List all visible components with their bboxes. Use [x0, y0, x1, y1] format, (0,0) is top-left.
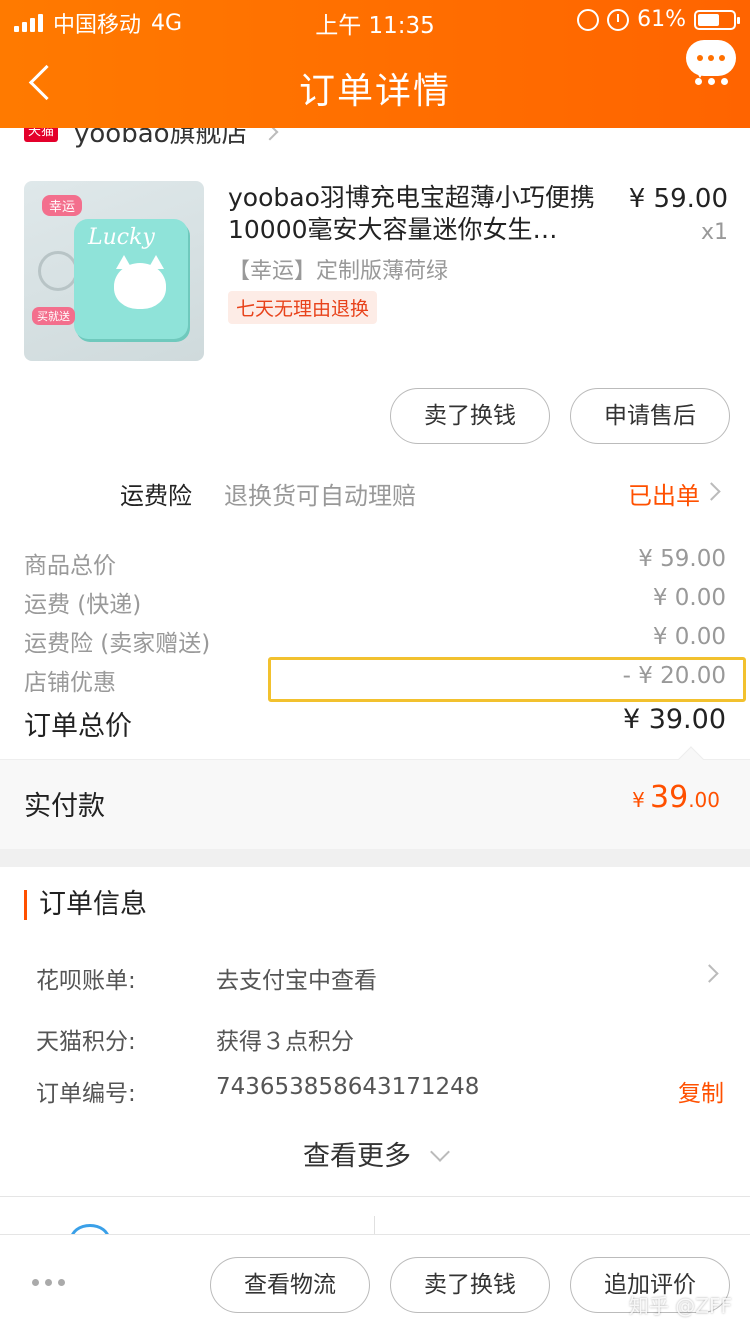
fee-label: 商品总价: [24, 553, 116, 579]
battery-icon: [694, 9, 740, 30]
fee-label: 运费险 (卖家赠送): [24, 631, 211, 657]
discount-highlight-box: [268, 657, 746, 702]
message-bubble-icon: [686, 40, 736, 78]
view-more-button[interactable]: 查看更多: [0, 1134, 750, 1174]
info-value: 获得３点积分: [216, 1029, 354, 1055]
cat-graphic: [114, 255, 166, 309]
fee-value: ¥ 0.00: [652, 624, 726, 650]
info-label: 花呗账单:: [36, 968, 136, 994]
product-quantity: x1: [700, 220, 728, 245]
sell-button-bottom[interactable]: 卖了换钱: [390, 1257, 550, 1313]
return-policy-badge: 七天无理由退换: [228, 291, 378, 324]
status-bar: 中国移动 4G 上午 11:35 61%: [0, 0, 750, 40]
brand-text: Lucky: [88, 225, 155, 250]
chevron-right-icon: [702, 482, 721, 501]
order-total-value: ¥ 39.00: [622, 704, 726, 735]
chevron-down-icon: [430, 1142, 450, 1162]
image-tag-gift: 买就送: [32, 307, 75, 325]
fee-row: 运费险 (卖家赠送) ¥ 0.00: [0, 624, 750, 660]
message-button[interactable]: [686, 40, 736, 88]
page-title: 订单详情: [298, 71, 451, 112]
order-total-row: 订单总价 ¥ 39.00: [0, 704, 750, 746]
order-number-row: 订单编号: 743653858643171248 复制: [0, 1074, 750, 1110]
divider: [374, 1216, 375, 1234]
product-price: ¥ 59.00: [628, 184, 728, 214]
currency-symbol: ¥: [632, 788, 645, 812]
view-more-label: 查看更多: [303, 1141, 411, 1172]
fee-row: 商品总价 ¥ 59.00: [0, 546, 750, 582]
nav-bar: 订单详情: [0, 40, 750, 128]
fee-value: ¥ 0.00: [652, 585, 726, 611]
more-dots-icon: [686, 78, 736, 88]
divider: [0, 1196, 750, 1197]
alarm-icon: [607, 8, 630, 31]
sell-button[interactable]: 卖了换钱: [390, 388, 550, 444]
pointer-notch: [678, 746, 704, 772]
order-detail-page: 天猫 yoobao旗舰店 中国移动 4G 上午 11:35 61% 订单详情 幸…: [0, 0, 750, 1334]
insurance-description: 退换货可自动理赔: [224, 482, 416, 510]
watermark: 知乎 @ZFF: [628, 1294, 732, 1318]
info-label: 订单编号:: [36, 1081, 136, 1107]
product-sku: 【幸运】定制版薄荷绿: [228, 259, 449, 284]
image-tag-lucky: 幸运: [42, 195, 83, 216]
points-row: 天猫积分: 获得３点积分: [0, 1022, 750, 1058]
rotation-lock-icon: [577, 8, 600, 31]
insurance-status: 已出单: [628, 482, 700, 510]
battery-percent: 61%: [637, 7, 686, 32]
more-actions-icon[interactable]: [32, 1279, 65, 1286]
aftersale-button[interactable]: 申请售后: [570, 388, 730, 444]
product-image[interactable]: 幸运 Lucky 买就送: [24, 181, 204, 361]
chevron-right-icon: [700, 964, 719, 983]
copy-button[interactable]: 复制: [678, 1074, 724, 1108]
order-info-title: 订单信息: [24, 890, 147, 920]
actual-payment-value: ¥ 39.00: [632, 780, 720, 815]
fee-label: 运费 (快递): [24, 592, 142, 618]
actual-payment-row: 实付款 ¥ 39.00: [0, 746, 750, 849]
header: 中国移动 4G 上午 11:35 61% 订单详情: [0, 0, 750, 128]
shipping-insurance-row[interactable]: 运费险 退换货可自动理赔 已出单: [0, 470, 750, 514]
amount-integer: 39: [650, 780, 689, 815]
cable-graphic: [38, 251, 78, 291]
info-label: 天猫积分:: [36, 1029, 136, 1055]
product-title[interactable]: yoobao羽博充电宝超薄小巧便携10000毫安大容量迷你女生…: [228, 182, 608, 246]
fee-label: 店铺优惠: [24, 670, 116, 696]
order-number: 743653858643171248: [216, 1074, 480, 1100]
order-total-label: 订单总价: [24, 711, 132, 742]
actual-payment-label: 实付款: [24, 791, 105, 822]
chat-icon: [70, 1224, 110, 1234]
seller-contact-row[interactable]: [0, 1210, 750, 1234]
huabei-row[interactable]: 花呗账单: 去支付宝中查看: [0, 961, 750, 997]
powerbank-graphic: Lucky: [74, 219, 188, 339]
insurance-label: 运费险: [120, 482, 192, 510]
fee-value: ¥ 59.00: [638, 546, 726, 572]
amount-decimal: .00: [688, 788, 720, 812]
view-logistics-button[interactable]: 查看物流: [210, 1257, 370, 1313]
info-value: 去支付宝中查看: [216, 968, 377, 994]
fee-row: 运费 (快递) ¥ 0.00: [0, 585, 750, 621]
section-gap: [0, 849, 750, 867]
product-item[interactable]: 幸运 Lucky 买就送 yoobao羽博充电宝超薄小巧便携10000毫安大容量…: [0, 180, 750, 370]
